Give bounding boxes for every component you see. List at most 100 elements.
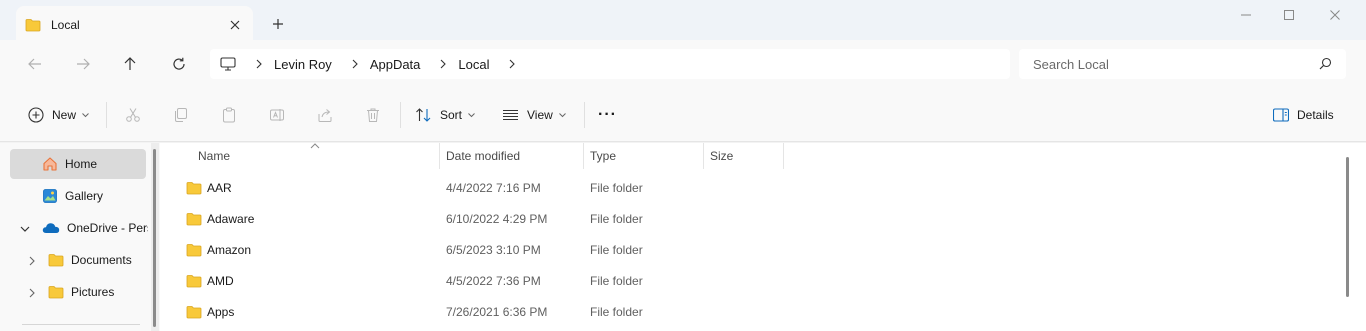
copy-button[interactable]: [173, 103, 189, 127]
share-icon: [317, 107, 333, 123]
folder-icon: [186, 305, 202, 319]
sidebar-item-gallery[interactable]: Gallery: [10, 181, 146, 211]
refresh-icon[interactable]: [166, 52, 192, 76]
details-label: Details: [1297, 108, 1334, 122]
command-bar: New Sort View ··· Details: [0, 88, 1366, 142]
close-tab-icon[interactable]: [226, 16, 244, 34]
breadcrumb-appdata[interactable]: AppData: [370, 57, 421, 72]
date-modified: 4/4/2022 7:16 PM: [446, 180, 541, 195]
folder-icon: [186, 212, 202, 226]
maximize-icon[interactable]: [1277, 4, 1301, 26]
chevron-right-icon[interactable]: [440, 59, 447, 69]
folder-icon: [25, 18, 41, 32]
rename-button[interactable]: [269, 103, 285, 127]
view-list-icon: [502, 109, 519, 121]
scrollbar-thumb[interactable]: [153, 149, 156, 327]
column-divider[interactable]: [583, 143, 584, 169]
sidebar-item-label: OneDrive - Personal: [67, 221, 148, 235]
sort-label: Sort: [440, 108, 463, 122]
file-name: Apps: [207, 304, 235, 319]
chevron-down-icon: [558, 112, 566, 118]
sidebar-item-label: Home: [65, 157, 98, 171]
folder-icon: [186, 274, 202, 288]
tab-local[interactable]: Local: [16, 6, 253, 44]
address-bar[interactable]: Levin Roy AppData Local: [210, 49, 1010, 79]
up-arrow-icon[interactable]: [117, 52, 143, 76]
back-arrow-icon[interactable]: [22, 52, 48, 76]
chevron-right-icon[interactable]: [352, 59, 358, 69]
plus-circle-icon: [28, 107, 44, 123]
file-type: File folder: [590, 211, 643, 226]
scissors-icon: [125, 107, 141, 123]
view-label: View: [527, 108, 553, 122]
sidebar-item-documents[interactable]: Documents: [10, 245, 146, 275]
sidebar-item-home[interactable]: Home: [10, 149, 146, 179]
file-name: AAR: [207, 180, 232, 195]
search-input[interactable]: [1033, 56, 1313, 72]
table-row[interactable]: AAR 4/4/2022 7:16 PM File folder: [160, 172, 1340, 203]
chevron-right-icon[interactable]: [509, 59, 516, 69]
sidebar-scrollbar[interactable]: [151, 143, 159, 331]
sort-ascending-icon: [310, 143, 320, 149]
folder-icon: [48, 253, 64, 267]
new-button[interactable]: New: [28, 103, 89, 127]
file-name: AMD: [207, 273, 234, 288]
file-type: File folder: [590, 242, 643, 257]
details-pane-button[interactable]: Details: [1273, 103, 1334, 127]
sidebar-item-onedrive[interactable]: OneDrive - Personal: [10, 213, 148, 243]
gallery-icon: [42, 188, 58, 204]
file-name: Adaware: [207, 211, 255, 226]
home-icon: [42, 156, 58, 172]
column-header-size[interactable]: Size: [710, 143, 733, 169]
details-pane-icon: [1273, 108, 1289, 122]
minimize-icon[interactable]: [1234, 4, 1258, 26]
table-row[interactable]: Apps 7/26/2021 6:36 PM File folder: [160, 296, 1340, 327]
breadcrumb-local[interactable]: Local: [458, 57, 489, 72]
folder-icon: [48, 285, 64, 299]
tab-title: Local: [51, 18, 80, 32]
column-header-name[interactable]: Name: [198, 143, 230, 169]
sort-arrows-icon: [415, 107, 432, 123]
table-row[interactable]: AMD 4/5/2022 7:36 PM File folder: [160, 265, 1340, 296]
navigation-pane: Home Gallery OneDrive - Personal Documen…: [0, 143, 160, 331]
file-list-scrollbar[interactable]: [1346, 157, 1349, 297]
file-name: Amazon: [207, 242, 252, 257]
new-label: New: [52, 108, 77, 122]
breadcrumb-levin-roy[interactable]: Levin Roy: [274, 57, 332, 72]
search-box[interactable]: [1019, 49, 1346, 79]
share-button[interactable]: [317, 103, 333, 127]
navigation-bar: Levin Roy AppData Local: [0, 40, 1366, 88]
chevron-down-icon: [468, 112, 475, 118]
sort-button[interactable]: Sort: [415, 103, 475, 127]
view-button[interactable]: View: [502, 103, 566, 127]
sidebar-item-pictures[interactable]: Pictures: [10, 277, 146, 307]
file-type: File folder: [590, 273, 643, 288]
sidebar-item-label: Pictures: [71, 285, 115, 299]
column-divider[interactable]: [439, 143, 440, 169]
sidebar-item-label: Gallery: [65, 189, 104, 203]
column-header-type[interactable]: Type: [590, 143, 616, 169]
column-header-date-modified[interactable]: Date modified: [446, 143, 520, 169]
file-type: File folder: [590, 180, 643, 195]
copy-icon: [173, 107, 189, 123]
this-pc-icon[interactable]: [220, 57, 236, 71]
forward-arrow-icon[interactable]: [70, 52, 96, 76]
onedrive-icon: [42, 222, 60, 234]
chevron-down-icon: [82, 112, 89, 118]
chevron-right-icon[interactable]: [256, 59, 262, 69]
table-row[interactable]: Amazon 6/5/2023 3:10 PM File folder: [160, 234, 1340, 265]
toolbar-divider: [106, 102, 107, 128]
cut-button[interactable]: [125, 103, 141, 127]
delete-button[interactable]: [365, 103, 381, 127]
folder-icon: [186, 243, 202, 257]
column-divider[interactable]: [703, 143, 704, 169]
paste-button[interactable]: [221, 103, 237, 127]
more-options-button[interactable]: ···: [598, 103, 617, 127]
new-tab-button[interactable]: [268, 14, 288, 34]
search-icon[interactable]: [1319, 57, 1332, 70]
file-list: Name Date modified Type Size AAR 4/4/202…: [160, 143, 1366, 331]
table-row[interactable]: Adaware 6/10/2022 4:29 PM File folder: [160, 203, 1340, 234]
column-divider[interactable]: [783, 143, 784, 169]
rename-icon: [269, 107, 285, 123]
close-window-icon[interactable]: [1323, 4, 1347, 26]
